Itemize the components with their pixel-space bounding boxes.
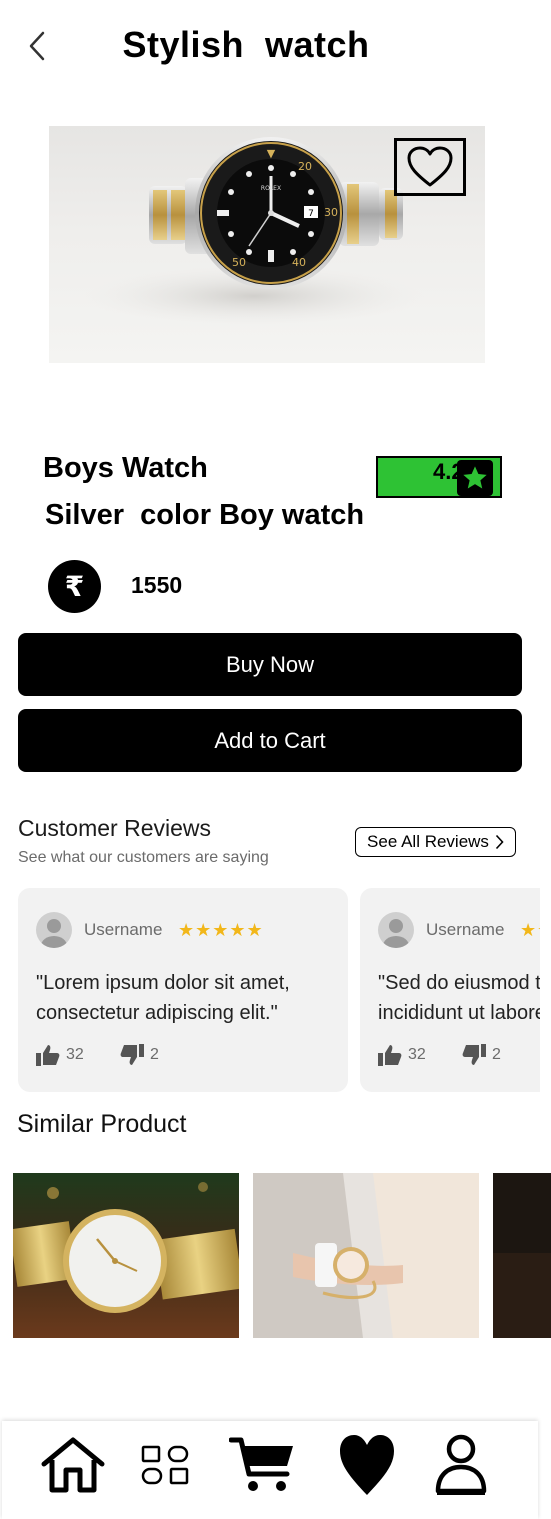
review-stars: ★★★★★ [520, 920, 540, 941]
page-title: Stylish watch [122, 24, 370, 65]
nav-wishlist[interactable] [332, 1429, 402, 1501]
nav-profile[interactable] [426, 1429, 496, 1501]
buy-now-button[interactable]: Buy Now [18, 633, 522, 696]
review-text-line: incididunt ut labore." [378, 1002, 540, 1024]
reviews-carousel[interactable]: Username ★★★★★ "Lorem ipsum dolor sit am… [18, 888, 540, 1092]
similar-product-dark-watch[interactable] [493, 1173, 551, 1338]
svg-text:50: 50 [232, 256, 246, 269]
review-text: "Sed do eiusmod tempor incididunt ut lab… [378, 968, 540, 1028]
svg-text:7: 7 [308, 209, 314, 219]
heart-outline-icon [407, 146, 453, 187]
similar-product-gold-watch[interactable] [13, 1173, 239, 1338]
review-username: Username [426, 920, 505, 939]
product-subtitle: Silver color Boy watch [45, 499, 365, 531]
see-all-reviews-button[interactable]: See All Reviews [355, 827, 516, 857]
product-price: 1550 [131, 572, 183, 598]
svg-text:20: 20 [298, 160, 312, 173]
reviews-title: Customer Reviews [18, 815, 211, 841]
similar-products-title: Similar Product [17, 1110, 187, 1138]
product-name: Boys Watch [43, 452, 208, 484]
thumbs-down-icon[interactable] [462, 1044, 486, 1071]
review-text-line: "Lorem ipsum dolor sit amet, [36, 972, 290, 994]
svg-text:40: 40 [292, 256, 306, 269]
dislike-count: 2 [150, 1046, 159, 1063]
review-text-line: "Sed do eiusmod tempor [378, 972, 540, 994]
similar-product-wrist-watch[interactable] [253, 1173, 479, 1338]
avatar [36, 912, 72, 948]
star-icon [457, 460, 493, 496]
dislike-count: 2 [492, 1046, 501, 1063]
thumbs-up-icon[interactable] [378, 1044, 402, 1071]
similar-products-carousel[interactable] [13, 1173, 551, 1338]
home-icon [41, 1437, 105, 1493]
thumbs-up-icon[interactable] [36, 1044, 60, 1071]
nav-categories[interactable] [130, 1429, 200, 1501]
nav-home[interactable] [38, 1429, 108, 1501]
chevron-right-icon [495, 834, 504, 850]
reviews-subtitle: See what our customers are saying [18, 849, 269, 866]
profile-icon [435, 1434, 487, 1495]
like-count: 32 [66, 1046, 84, 1063]
like-count: 32 [408, 1046, 426, 1063]
heart-icon [340, 1435, 394, 1495]
svg-text:30: 30 [324, 206, 338, 219]
svg-text:▼: ▼ [267, 147, 276, 160]
add-to-cart-button[interactable]: Add to Cart [18, 709, 522, 772]
review-username: Username [84, 920, 163, 939]
rating-badge: 4.2 [376, 456, 502, 498]
review-text: "Lorem ipsum dolor sit amet, consectetur… [36, 968, 336, 1028]
avatar [378, 912, 414, 948]
see-all-label: See All Reviews [367, 832, 489, 851]
cart-icon [229, 1437, 293, 1491]
review-card[interactable]: Username ★★★★★ "Lorem ipsum dolor sit am… [18, 888, 348, 1092]
bottom-navigation [2, 1421, 538, 1519]
review-stars: ★★★★★ [178, 920, 264, 941]
nav-cart[interactable] [228, 1429, 298, 1501]
svg-text:ROLEX: ROLEX [261, 185, 281, 192]
categories-icon [141, 1445, 189, 1485]
favorite-button[interactable] [394, 138, 466, 196]
thumbs-down-icon[interactable] [120, 1044, 144, 1071]
review-text-line: consectetur adipiscing elit." [36, 1002, 278, 1024]
rupee-icon: ₹ [48, 560, 101, 613]
review-card[interactable]: Username ★★★★★ "Sed do eiusmod tempor in… [360, 888, 540, 1092]
